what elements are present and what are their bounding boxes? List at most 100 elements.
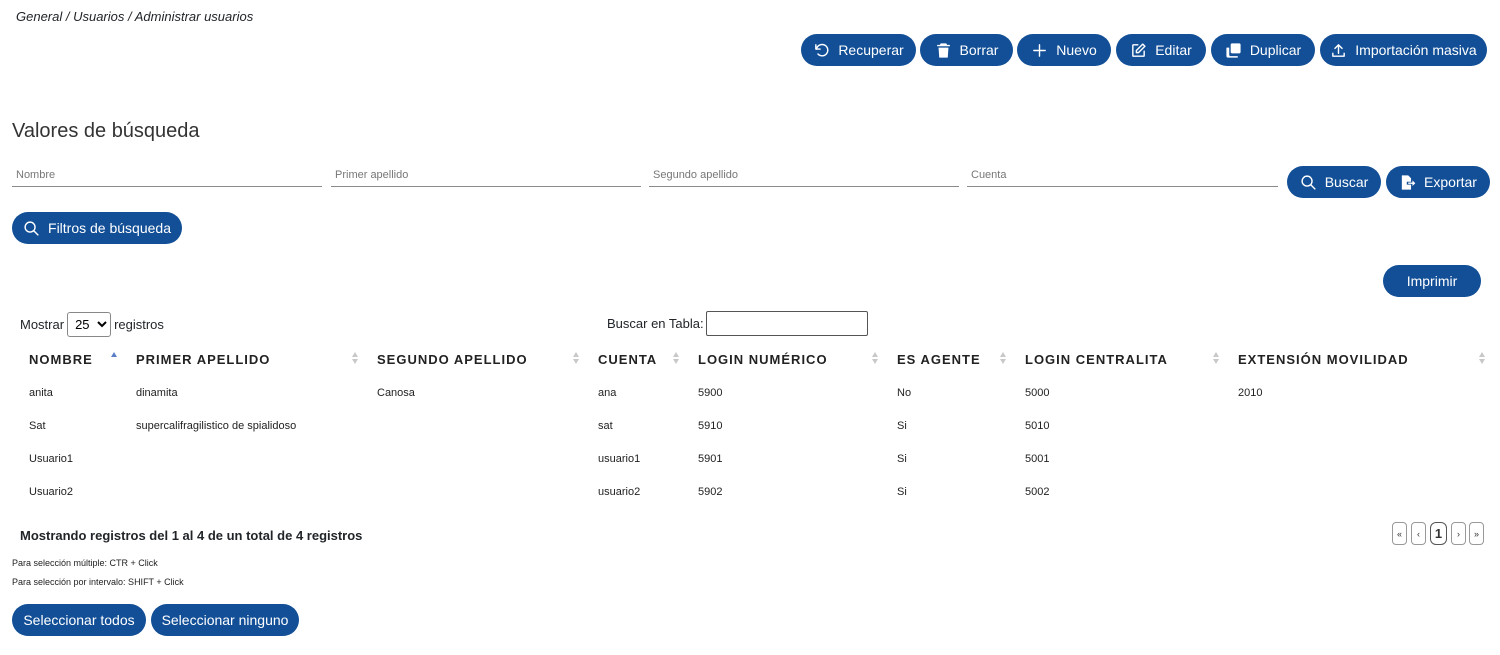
table-header-row: NOMBRE PRIMER APELLIDO SEGUNDO APELLIDO …	[20, 343, 1495, 376]
table-cell: Canosa	[377, 386, 415, 399]
table-cell: 5902	[698, 485, 723, 498]
column-header-nombre[interactable]: NOMBRE	[20, 343, 127, 376]
trash-icon	[936, 42, 950, 58]
table-row[interactable]: Usuario1 usuario1 5901 Si 5001	[20, 442, 1495, 475]
column-header-label: PRIMER APELLIDO	[136, 352, 271, 367]
column-header-label: CUENTA	[598, 352, 658, 367]
segundo-apellido-field[interactable]	[649, 164, 959, 187]
recuperar-button[interactable]: Recuperar	[801, 34, 916, 66]
table-cell: Si	[897, 452, 907, 465]
filtros-busqueda-button[interactable]: Filtros de búsqueda	[12, 212, 182, 244]
table-cell	[127, 475, 368, 508]
duplicar-button[interactable]: Duplicar	[1211, 34, 1315, 66]
edit-icon	[1132, 42, 1146, 57]
table-cell: ana	[598, 386, 617, 399]
borrar-button[interactable]: Borrar	[920, 34, 1013, 66]
column-header-cuenta[interactable]: CUENTA	[589, 343, 689, 376]
primer-apellido-field[interactable]	[331, 164, 641, 187]
nombre-field[interactable]	[12, 164, 322, 187]
table-cell	[127, 442, 368, 475]
copy-icon	[1226, 42, 1241, 58]
table-row[interactable]: Usuario2 usuario2 5902 Si 5002	[20, 475, 1495, 508]
column-header-extension-movilidad[interactable]: EXTENSIÓN MOVILIDAD	[1229, 343, 1495, 376]
column-header-login-centralita[interactable]: LOGIN CENTRALITA	[1016, 343, 1229, 376]
table-cell: 5900	[698, 386, 723, 399]
table-cell: usuario1	[598, 452, 641, 465]
column-header-label: LOGIN NUMÉRICO	[698, 352, 828, 367]
table-cell: Sat	[29, 419, 46, 432]
table-cell	[368, 409, 589, 442]
undo-icon	[815, 43, 829, 56]
exportar-button[interactable]: Exportar	[1386, 166, 1490, 198]
table-cell: 2010	[1238, 386, 1263, 399]
editar-label: Editar	[1155, 42, 1192, 58]
upload-icon	[1332, 43, 1346, 57]
pagination-last-button[interactable]: »	[1469, 522, 1484, 545]
breadcrumb: General / Usuarios / Administrar usuario…	[16, 9, 254, 24]
table-search: Buscar en Tabla:	[607, 311, 868, 336]
importacion-label: Importación masiva	[1355, 42, 1477, 58]
sort-icon	[352, 352, 358, 366]
pagination-page-1[interactable]: 1	[1430, 522, 1447, 545]
recuperar-label: Recuperar	[838, 42, 904, 58]
sort-icon	[872, 352, 878, 366]
table-cell	[1229, 409, 1495, 442]
filtros-label: Filtros de búsqueda	[48, 220, 171, 236]
table-row[interactable]: anita dinamita Canosa ana 5900 No 5000 2…	[20, 376, 1495, 409]
table-cell	[368, 442, 589, 475]
seleccionar-ninguno-label: Seleccionar ninguno	[161, 612, 289, 628]
pagination-first-button[interactable]: «	[1392, 522, 1407, 545]
pagination-prev-button[interactable]: ‹	[1411, 522, 1426, 545]
importacion-masiva-button[interactable]: Importación masiva	[1320, 34, 1487, 66]
buscar-button[interactable]: Buscar	[1287, 166, 1381, 198]
table-cell: 5002	[1025, 485, 1050, 498]
sort-icon	[1213, 352, 1219, 366]
column-header-segundo-apellido[interactable]: SEGUNDO APELLIDO	[368, 343, 589, 376]
column-header-label: ES AGENTE	[897, 352, 981, 367]
table-cell: Usuario1	[29, 452, 74, 465]
table-cell: sat	[598, 419, 613, 432]
table-cell: No	[897, 386, 912, 399]
column-header-es-agente[interactable]: ES AGENTE	[888, 343, 1016, 376]
editar-button[interactable]: Editar	[1116, 34, 1206, 66]
table-cell: 5010	[1025, 419, 1050, 432]
table-search-label: Buscar en Tabla:	[607, 316, 704, 331]
search-icon	[24, 220, 39, 236]
table-cell: 5000	[1025, 386, 1050, 399]
table-cell: 5901	[698, 452, 723, 465]
table-cell: usuario2	[598, 485, 641, 498]
show-label: Mostrar	[20, 317, 65, 332]
seleccionar-todos-label: Seleccionar todos	[23, 612, 135, 628]
column-header-label: LOGIN CENTRALITA	[1025, 352, 1168, 367]
records-label: registros	[114, 317, 164, 332]
nuevo-label: Nuevo	[1056, 42, 1097, 58]
borrar-label: Borrar	[959, 42, 999, 58]
table-summary: Mostrando registros del 1 al 4 de un tot…	[20, 528, 363, 543]
sort-icon	[1479, 352, 1485, 366]
sort-icon	[1000, 352, 1006, 366]
nuevo-button[interactable]: Nuevo	[1017, 34, 1111, 66]
column-header-primer-apellido[interactable]: PRIMER APELLIDO	[127, 343, 368, 376]
table-row[interactable]: Sat supercalifragilistico de spialidoso …	[20, 409, 1495, 442]
page-length-control: Mostrar 25 registros	[20, 312, 164, 337]
multiple-selection-hint: Para selección múltiple: CTR + Click	[12, 558, 158, 568]
sort-asc-icon	[111, 352, 117, 366]
buscar-label: Buscar	[1324, 174, 1369, 190]
column-header-label: NOMBRE	[29, 352, 93, 367]
table-cell	[368, 475, 589, 508]
page-length-select[interactable]: 25	[67, 312, 112, 337]
pagination-next-button[interactable]: ›	[1451, 522, 1466, 545]
seleccionar-ninguno-button[interactable]: Seleccionar ninguno	[151, 604, 299, 636]
column-header-login-numerico[interactable]: LOGIN NUMÉRICO	[689, 343, 888, 376]
imprimir-button[interactable]: Imprimir	[1383, 265, 1481, 297]
seleccionar-todos-button[interactable]: Seleccionar todos	[12, 604, 146, 636]
table-cell: dinamita	[136, 386, 178, 399]
table-cell	[1229, 442, 1495, 475]
table-cell: 5001	[1025, 452, 1050, 465]
plus-icon	[1033, 43, 1047, 57]
section-title: Valores de búsqueda	[12, 120, 200, 142]
column-header-label: EXTENSIÓN MOVILIDAD	[1238, 352, 1409, 367]
table-search-input[interactable]	[705, 311, 868, 336]
interval-selection-hint: Para selección por intervalo: SHIFT + Cl…	[12, 577, 184, 587]
cuenta-field[interactable]	[967, 164, 1278, 187]
